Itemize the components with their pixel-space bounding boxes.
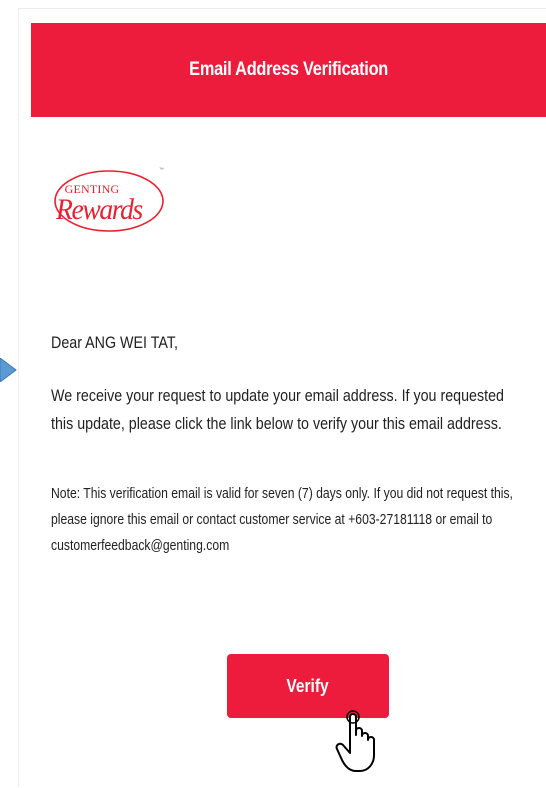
arrow-right-icon — [0, 358, 17, 382]
body-paragraph: We receive your request to update your e… — [51, 386, 504, 433]
email-card: Email Address Verification ™ GENTING Rew… — [18, 8, 546, 788]
verify-button-label: Verify — [286, 675, 330, 696]
logo-rewards-text: Rewards — [56, 193, 143, 226]
email-header-title: Email Address Verification — [189, 59, 389, 80]
logo-trademark: ™ — [159, 167, 164, 173]
greeting-text: Dear ANG WEI TAT, — [51, 333, 178, 352]
note-paragraph: Note: This verification email is valid f… — [51, 486, 513, 554]
email-header: Email Address Verification — [31, 23, 546, 117]
hand-pointer-icon — [335, 710, 375, 772]
email-body: ™ GENTING Rewards Dear ANG WEI TAT, We r… — [31, 117, 546, 788]
